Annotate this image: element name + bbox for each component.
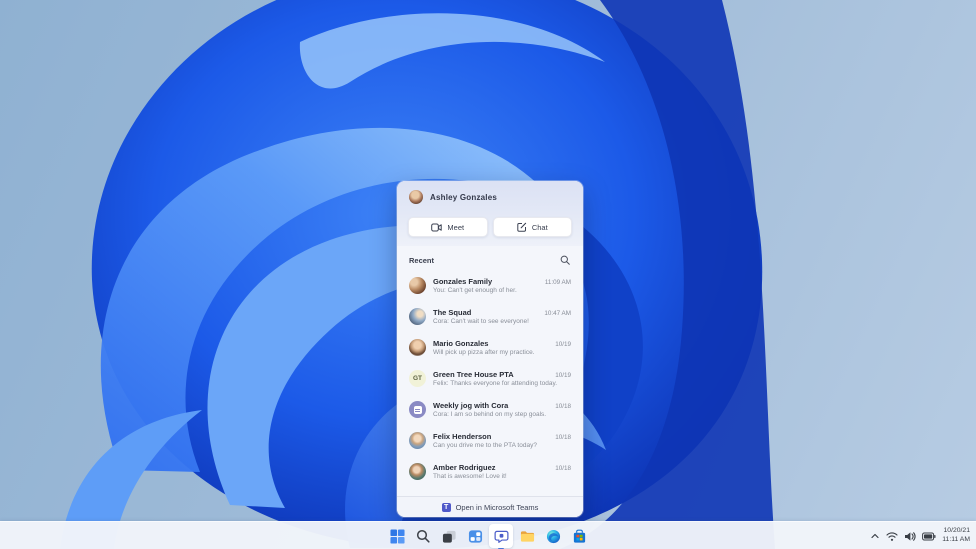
flyout-header-section: Ashley Gonzales Meet Chat: [397, 181, 583, 246]
battery-icon: [922, 532, 936, 540]
taskbar: 10/20/21 11:11 AM: [0, 521, 976, 549]
chat-list-item[interactable]: Mario Gonzales 10/19 Will pick up pizza …: [397, 332, 583, 363]
avatar-initials: GT: [409, 370, 426, 387]
video-camera-icon: [431, 223, 443, 231]
clock-time: 11:11 AM: [942, 536, 970, 543]
user-name: Ashley Gonzales: [430, 192, 498, 202]
search-button-taskbar[interactable]: [411, 524, 435, 548]
chat-name: Green Tree House PTA: [433, 370, 514, 379]
chevron-up-icon: [871, 533, 879, 539]
chat-time: 10/19: [555, 372, 571, 379]
chat-preview: That is awesome! Love it!: [433, 473, 507, 480]
action-buttons-row: Meet Chat: [397, 211, 583, 237]
chat-time: 10/19: [555, 341, 571, 348]
edge-browser-icon: [546, 529, 560, 543]
widgets-icon: [468, 529, 482, 543]
microsoft-store-button[interactable]: [567, 524, 591, 548]
network-button[interactable]: [886, 531, 898, 542]
chat-bubble-icon: [494, 530, 508, 543]
chat-name: The Squad: [433, 308, 472, 317]
search-button[interactable]: [559, 254, 571, 266]
chat-button[interactable]: Chat: [492, 217, 572, 237]
chat-time: 10/18: [555, 465, 571, 472]
widgets-button[interactable]: [463, 524, 487, 548]
avatar-initials-text: GT: [412, 375, 423, 382]
taskbar-center-icons: [385, 522, 591, 549]
speaker-icon: [905, 531, 916, 541]
avatar-app-icon: [409, 401, 426, 418]
chat-button-taskbar[interactable]: [489, 524, 513, 548]
chat-time: 10/18: [555, 434, 571, 441]
recent-title: Recent: [409, 255, 435, 265]
chat-preview: Will pick up pizza after my practice.: [433, 349, 535, 356]
recent-header: Recent: [397, 246, 583, 270]
microsoft-store-icon: [573, 529, 585, 543]
teams-chat-flyout: Ashley Gonzales Meet Chat Recent Gonzale…: [397, 181, 583, 517]
chat-list-item[interactable]: GT Green Tree House PTA 10/19 Felix: Tha…: [397, 363, 583, 394]
meet-button[interactable]: Meet: [408, 217, 488, 237]
chat-preview: You: Can't get enough of her.: [433, 287, 517, 294]
folder-icon: [520, 530, 534, 542]
chat-name: Mario Gonzales: [433, 339, 489, 348]
meet-button-label: Meet: [447, 222, 465, 232]
edge-button[interactable]: [541, 524, 565, 548]
chat-list-item[interactable]: Felix Henderson 10/18 Can you drive me t…: [397, 425, 583, 456]
open-in-teams-label: Open in Microsoft Teams: [455, 502, 539, 512]
avatar: [409, 277, 426, 294]
tray-chevron-up-button[interactable]: [870, 531, 880, 541]
current-user-row[interactable]: Ashley Gonzales: [397, 181, 583, 211]
avatar: [409, 463, 426, 480]
chat-time: 10/18: [555, 403, 571, 410]
task-view-icon: [442, 530, 456, 543]
chat-time: 10:47 AM: [544, 310, 571, 317]
chat-time: 11:09 AM: [544, 279, 571, 286]
avatar: [409, 432, 426, 449]
windows-start-icon: [389, 528, 405, 544]
chat-button-label: Chat: [531, 222, 548, 232]
avatar: [409, 339, 426, 356]
taskbar-clock[interactable]: 10/20/21 11:11 AM: [942, 527, 970, 545]
battery-button[interactable]: [922, 532, 936, 541]
chat-preview: Can you drive me to the PTA today?: [433, 442, 537, 449]
search-icon: [416, 529, 430, 543]
calendar-icon: [413, 405, 422, 414]
compose-icon: [517, 222, 526, 232]
task-view-button[interactable]: [437, 524, 461, 548]
clock-date: 10/20/21: [943, 527, 970, 535]
chat-name: Weekly jog with Cora: [433, 401, 509, 410]
recent-chat-list: Gonzales Family 11:09 AM You: Can't get …: [397, 270, 583, 496]
chat-name: Gonzales Family: [433, 277, 493, 286]
open-in-teams-button[interactable]: T Open in Microsoft Teams: [397, 496, 583, 517]
chat-list-item[interactable]: Weekly jog with Cora 10/18 Cora: I am so…: [397, 394, 583, 425]
chat-preview: Cora: Can't wait to see everyone!: [433, 318, 529, 325]
search-icon: [560, 255, 570, 265]
volume-button[interactable]: [904, 531, 916, 542]
system-tray: 10/20/21 11:11 AM: [870, 522, 970, 549]
chat-name: Felix Henderson: [433, 432, 492, 441]
teams-icon: T: [441, 502, 451, 512]
chat-list-item[interactable]: Amber Rodriguez 10/18 That is awesome! L…: [397, 456, 583, 487]
file-explorer-button[interactable]: [515, 524, 539, 548]
chat-preview: Cora: I am so behind on my step goals.: [433, 411, 547, 418]
chat-list-item[interactable]: Gonzales Family 11:09 AM You: Can't get …: [397, 270, 583, 301]
chat-name: Amber Rodriguez: [433, 463, 496, 472]
avatar: [409, 308, 426, 325]
start-button[interactable]: [385, 524, 409, 548]
chat-list-item[interactable]: The Squad 10:47 AM Cora: Can't wait to s…: [397, 301, 583, 332]
wifi-icon: [886, 531, 898, 541]
chat-preview: Felix: Thanks everyone for attending tod…: [433, 380, 558, 387]
user-avatar[interactable]: [409, 190, 423, 204]
